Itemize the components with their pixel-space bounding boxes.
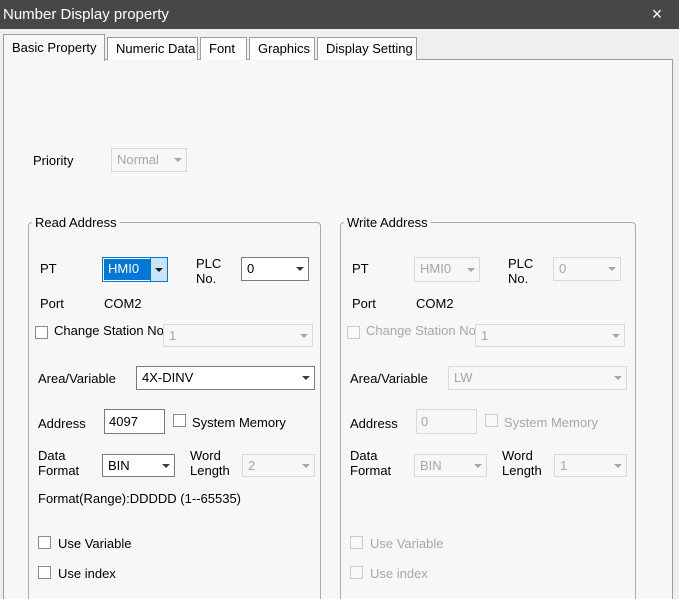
write-use-index-label: Use index	[370, 566, 428, 581]
read-system-memory-checkbox[interactable]	[173, 414, 186, 427]
chevron-down-icon[interactable]	[157, 455, 174, 476]
read-use-variable-checkbox[interactable]	[38, 536, 51, 549]
write-use-variable-label: Use Variable	[370, 536, 443, 551]
read-use-index-checkbox[interactable]	[38, 566, 51, 579]
read-area-variable-label: Area/Variable	[38, 371, 116, 386]
chevron-down-icon	[609, 367, 626, 389]
write-word-length-dropdown: 1	[554, 454, 627, 477]
write-system-memory-label: System Memory	[504, 415, 598, 430]
chevron-down-icon	[609, 455, 626, 476]
write-port-value: COM2	[416, 296, 454, 311]
read-change-station-checkbox[interactable]	[35, 326, 48, 339]
read-area-variable-dropdown[interactable]: 4X-DINV	[136, 366, 315, 390]
read-change-station-value: 1	[164, 325, 295, 346]
read-pt-label: PT	[40, 261, 57, 276]
title-bar: Number Display property ×	[0, 0, 679, 29]
read-address-group-label: Read Address	[32, 215, 120, 230]
read-plc-no-value: 0	[242, 258, 291, 280]
read-format-range-text: Format(Range):DDDDD (1--65535)	[38, 491, 241, 506]
read-change-station-label: Change Station No.	[54, 323, 168, 338]
write-address-group-label: Write Address	[344, 215, 431, 230]
write-pt-dropdown: HMI0	[414, 257, 480, 282]
read-plc-no-dropdown[interactable]: 0	[241, 257, 309, 281]
chevron-down-icon	[462, 258, 479, 281]
write-use-index-checkbox	[350, 566, 363, 579]
chevron-down-icon	[169, 149, 186, 171]
chevron-down-icon	[295, 325, 312, 346]
write-address-label: Address	[350, 416, 398, 431]
tab-display-setting[interactable]: Display Setting	[317, 37, 417, 60]
write-data-format-label: Data Format	[350, 448, 402, 478]
read-system-memory-label: System Memory	[192, 415, 286, 430]
write-word-length-label: Word Length	[502, 448, 554, 478]
tab-graphics[interactable]: Graphics	[249, 37, 315, 60]
write-change-station-dropdown: 1	[475, 324, 625, 347]
write-change-station-checkbox	[347, 326, 360, 339]
chevron-down-icon[interactable]	[150, 258, 167, 281]
read-pt-value: HMI0	[104, 259, 150, 280]
read-use-index-label: Use index	[58, 566, 116, 581]
write-data-format-value: BIN	[415, 455, 469, 476]
priority-label: Priority	[33, 153, 73, 168]
read-data-format-dropdown[interactable]: BIN	[102, 454, 175, 477]
write-data-format-dropdown: BIN	[414, 454, 487, 477]
write-change-station-label: Change Station No.	[366, 323, 480, 338]
read-address-group: Read Address PT HMI0 PLC No. 0 Port COM2…	[28, 222, 321, 599]
write-pt-label: PT	[352, 261, 369, 276]
priority-dropdown: Normal	[111, 148, 187, 172]
write-area-variable-label: Area/Variable	[350, 371, 428, 386]
write-area-variable-value: LW	[449, 367, 609, 389]
write-address-group: Write Address PT HMI0 PLC No. 0 Port COM…	[340, 222, 636, 599]
write-plc-no-label: PLC No.	[508, 256, 548, 286]
tab-font[interactable]: Font	[200, 37, 247, 60]
chevron-down-icon	[603, 258, 620, 280]
chevron-down-icon[interactable]	[291, 258, 308, 280]
write-system-memory-checkbox	[485, 414, 498, 427]
read-word-length-label: Word Length	[190, 448, 242, 478]
chevron-down-icon	[297, 455, 314, 476]
read-change-station-dropdown: 1	[163, 324, 313, 347]
chevron-down-icon[interactable]	[297, 367, 314, 389]
priority-value: Normal	[112, 149, 169, 171]
basic-property-page: Priority Normal Read Address PT HMI0 PLC…	[3, 59, 673, 599]
read-address-input[interactable]	[104, 409, 165, 434]
tab-strip: Basic Property Numeric Data Font Graphic…	[3, 33, 419, 60]
write-change-station-value: 1	[476, 325, 607, 346]
read-data-format-value: BIN	[103, 455, 157, 476]
tab-numeric-data[interactable]: Numeric Data	[107, 37, 198, 60]
write-plc-no-dropdown: 0	[553, 257, 621, 281]
close-icon[interactable]: ×	[635, 0, 679, 29]
read-word-length-value: 2	[243, 455, 297, 476]
read-use-variable-label: Use Variable	[58, 536, 131, 551]
read-data-format-label: Data Format	[38, 448, 90, 478]
read-port-label: Port	[40, 296, 64, 311]
write-address-input	[416, 409, 477, 434]
write-pt-value: HMI0	[415, 258, 462, 281]
read-port-value: COM2	[104, 296, 142, 311]
chevron-down-icon	[607, 325, 624, 346]
chevron-down-icon	[469, 455, 486, 476]
read-address-label: Address	[38, 416, 86, 431]
write-area-variable-dropdown: LW	[448, 366, 627, 390]
write-word-length-value: 1	[555, 455, 609, 476]
write-plc-no-value: 0	[554, 258, 603, 280]
read-pt-dropdown[interactable]: HMI0	[102, 257, 168, 282]
tab-basic-property[interactable]: Basic Property	[3, 34, 105, 61]
read-word-length-dropdown: 2	[242, 454, 315, 477]
read-area-variable-value: 4X-DINV	[137, 367, 297, 389]
window-title: Number Display property	[0, 6, 169, 23]
write-port-label: Port	[352, 296, 376, 311]
write-use-variable-checkbox	[350, 536, 363, 549]
read-plc-no-label: PLC No.	[196, 256, 236, 286]
